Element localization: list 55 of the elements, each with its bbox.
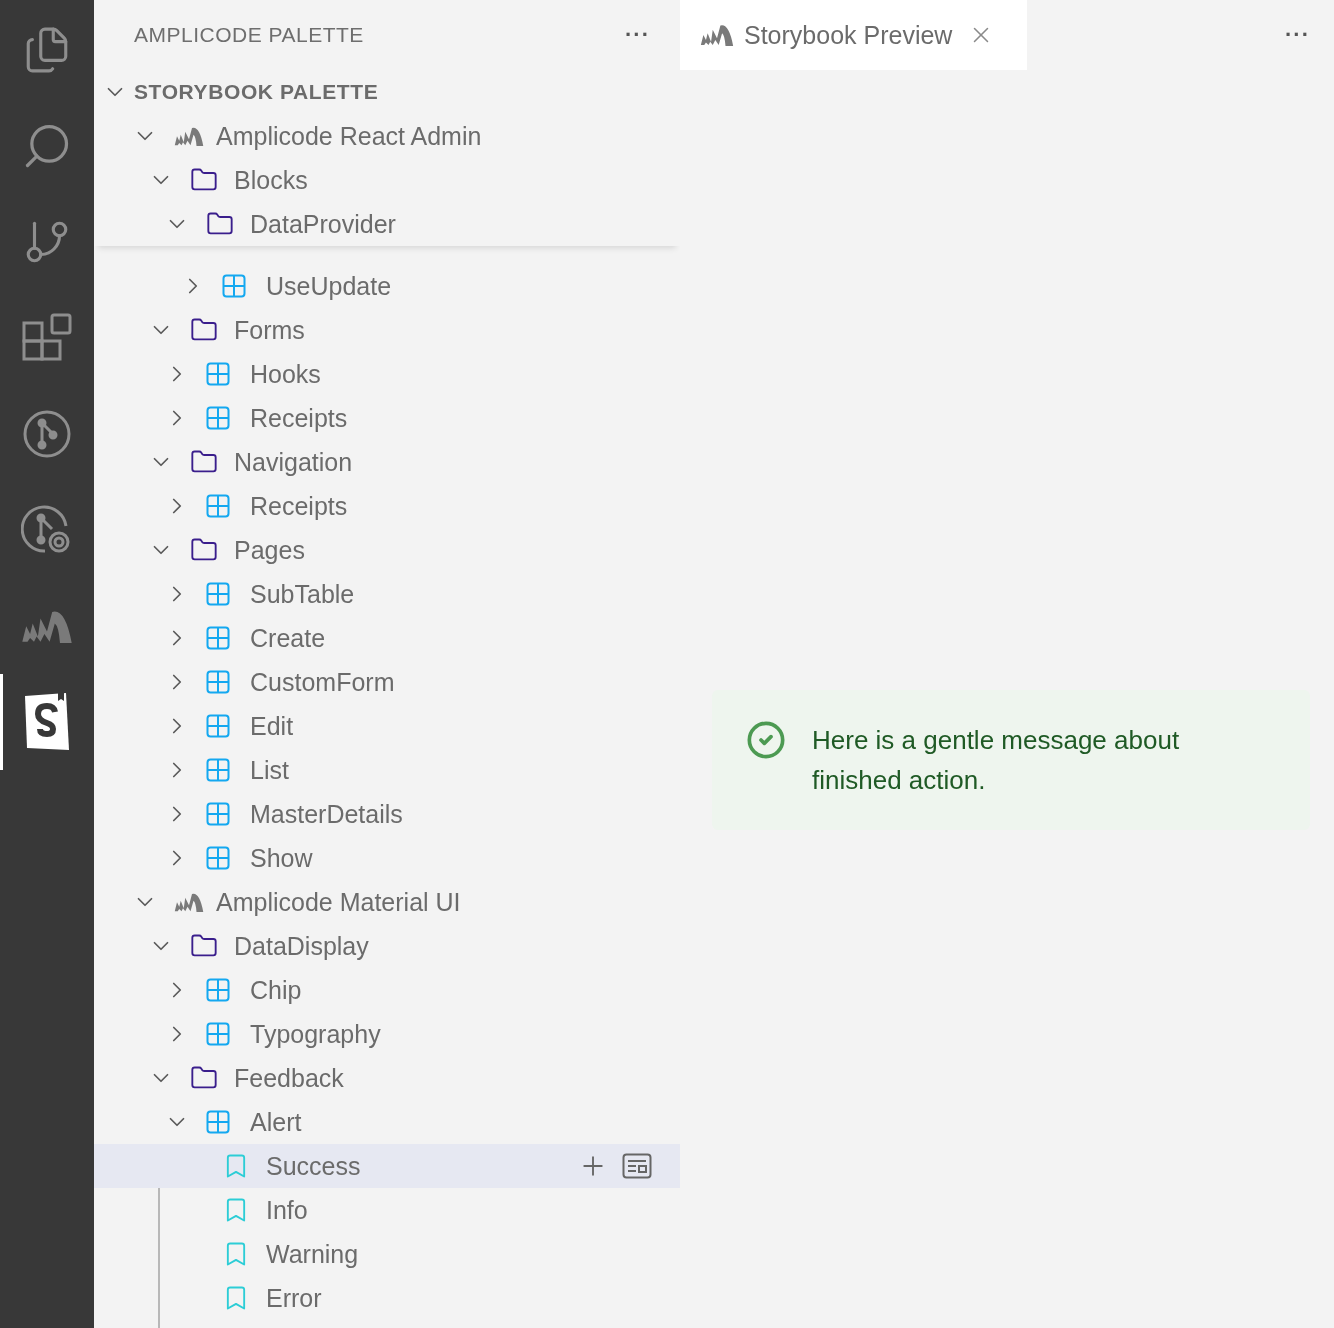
tree-item-label[interactable]: DataProvider — [250, 209, 396, 239]
component-icon — [206, 494, 230, 518]
component-icon — [206, 362, 230, 386]
tree-item-label[interactable]: SubTable — [250, 579, 355, 609]
tree-item-label[interactable]: Alert — [250, 1107, 302, 1137]
tree-item-label[interactable]: Edit — [250, 711, 294, 741]
tree-item-label[interactable]: Success — [266, 1151, 361, 1181]
alert-message: Here is a gentle message about finished action. — [812, 724, 1181, 797]
tree-item-label[interactable]: Chip — [250, 975, 302, 1005]
tree-item-label[interactable]: Amplicode Material UI — [216, 887, 461, 917]
tree-item-label[interactable]: Pages — [234, 535, 305, 565]
extensions-icon[interactable] — [22, 313, 72, 363]
tree-item-label[interactable]: Amplicode React Admin — [216, 121, 482, 151]
component-icon — [222, 274, 246, 298]
tree-item-label[interactable]: Receipts — [250, 491, 348, 521]
component-icon — [206, 670, 230, 694]
sidebar-title: AMPLICODE PALETTE — [134, 23, 364, 47]
component-icon — [206, 1022, 230, 1046]
tree-item-label[interactable]: CustomForm — [250, 667, 395, 697]
tree-item-label[interactable]: DataDisplay — [234, 931, 369, 961]
tree-item-label[interactable]: Warning — [266, 1239, 359, 1269]
tree-item-label[interactable]: Hooks — [250, 359, 321, 389]
git-graph-icon[interactable] — [22, 409, 72, 459]
tree-item-label[interactable]: Receipts — [250, 403, 348, 433]
tree-item-label[interactable]: Typography — [250, 1019, 381, 1049]
tree-item-label[interactable]: Blocks — [234, 165, 308, 195]
preview-icon[interactable] — [622, 1153, 652, 1179]
component-icon — [206, 1110, 230, 1134]
component-icon — [206, 626, 230, 650]
tree-item-label[interactable]: Info — [266, 1195, 308, 1225]
tree-item-label[interactable]: Error — [266, 1283, 322, 1313]
storybook-icon[interactable] — [22, 692, 72, 752]
component-icon — [206, 846, 230, 870]
component-icon — [206, 714, 230, 738]
check-circle-icon — [746, 720, 786, 760]
editor-tab[interactable]: Storybook Preview — [680, 0, 1027, 70]
tree-item-label[interactable]: Show — [250, 843, 313, 873]
selected-tree-row[interactable]: Success — [94, 1144, 680, 1188]
component-icon — [206, 582, 230, 606]
tree-item-label[interactable]: MasterDetails — [250, 799, 403, 829]
tree-item-label[interactable]: List — [250, 755, 289, 785]
component-icon — [206, 802, 230, 826]
tab-label: Storybook Preview — [744, 20, 953, 50]
more-actions-button[interactable]: ··· — [1285, 22, 1310, 48]
component-icon — [206, 758, 230, 782]
tree-item-label[interactable]: UseUpdate — [266, 271, 392, 301]
amplicode-logo-icon — [700, 23, 734, 47]
tree-item-label[interactable]: Forms — [234, 315, 305, 345]
tree-item-label[interactable]: Create — [250, 623, 326, 653]
tree-item-label[interactable]: Feedback — [234, 1063, 344, 1093]
component-icon — [206, 978, 230, 1002]
more-actions-button[interactable]: ··· — [625, 22, 650, 48]
tree-item-label[interactable]: Navigation — [234, 447, 353, 477]
component-icon — [206, 406, 230, 430]
section-title[interactable]: STORYBOOK PALETTE — [134, 80, 379, 104]
